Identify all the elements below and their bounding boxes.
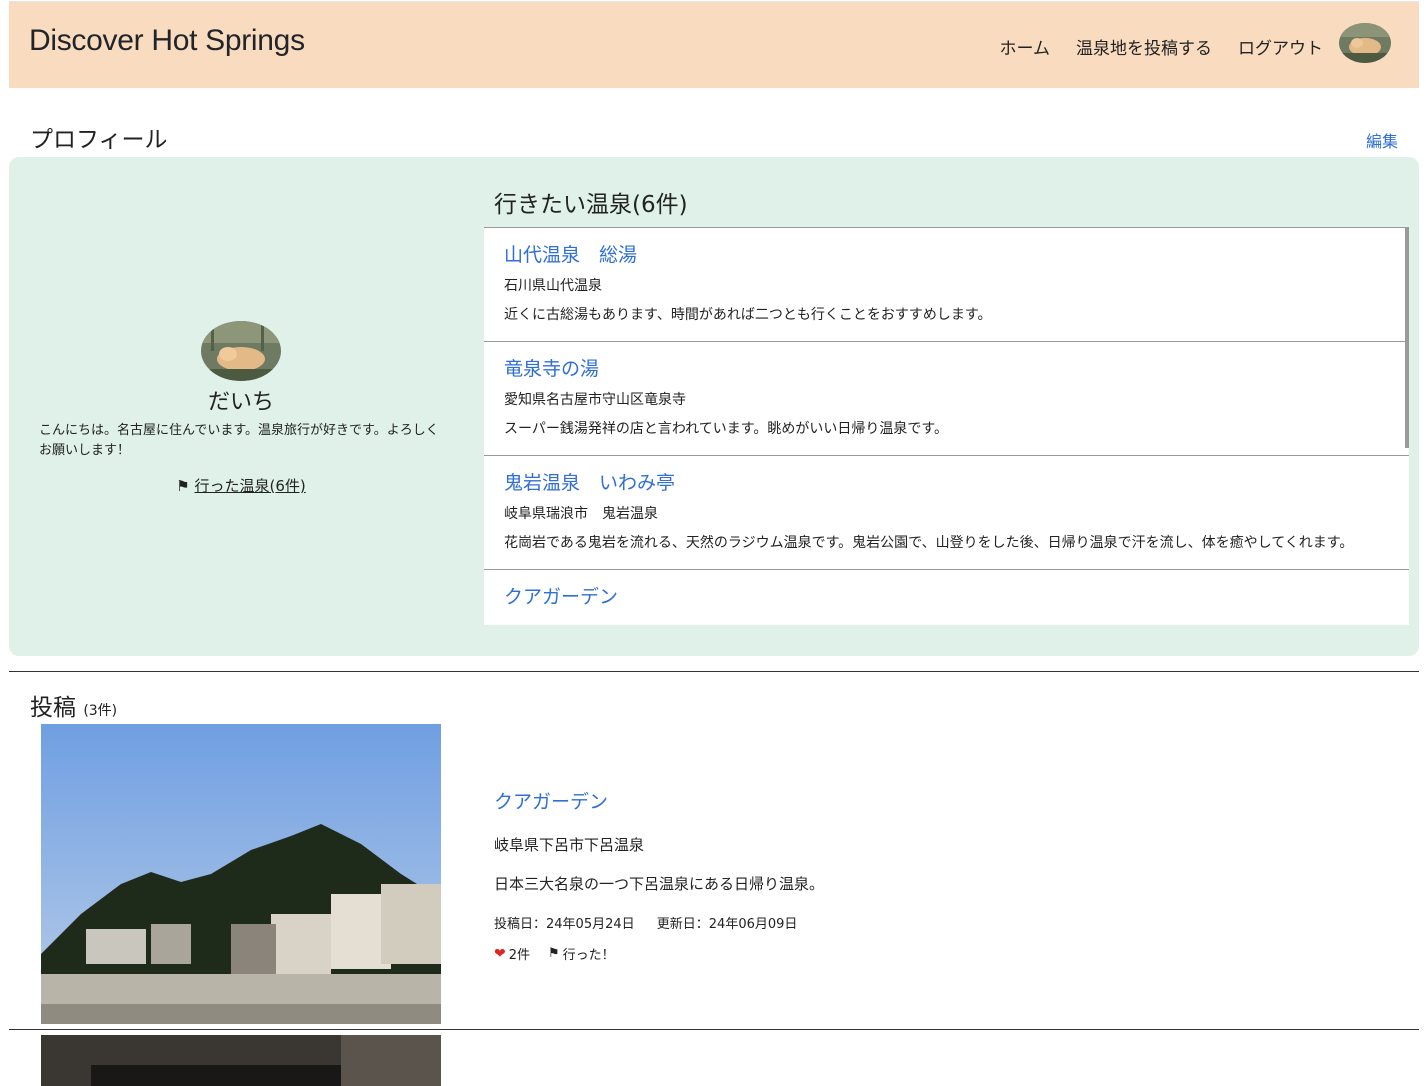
- spring-title-link[interactable]: クアガーデン: [504, 582, 1389, 609]
- spring-description: スーパー銭湯発祥の店と言われています。眺めがいい日帰り温泉です。: [504, 421, 948, 437]
- spring-description: 花崗岩である鬼岩を流れる、天然のラジウム温泉です。鬼岩公園で、山登りをした後、日…: [504, 535, 1354, 551]
- edit-profile-link[interactable]: 編集: [1366, 128, 1398, 152]
- list-item: 山代温泉 総湯 石川県山代温泉 近くに古総湯もあります、時間があれば二つとも行く…: [484, 228, 1409, 342]
- navbar: Discover Hot Springs ホーム 温泉地を投稿する ログアウト: [9, 1, 1419, 88]
- post-photo[interactable]: [41, 724, 441, 1024]
- user-bio: こんにちは。名古屋に住んでいます。温泉旅行が好きです。よろしくお願いします！: [39, 423, 439, 458]
- post-dates: 投稿日：24年05月24日 更新日：24年06月09日: [494, 913, 815, 932]
- section-divider: [9, 671, 1419, 672]
- spring-location: 岐阜県瑞浪市 鬼岩温泉: [504, 506, 658, 522]
- update-date: 更新日：24年06月09日: [656, 917, 798, 932]
- post-location: 岐阜県下呂市下呂温泉: [494, 836, 645, 854]
- nav-logout-link[interactable]: ログアウト: [1238, 34, 1323, 59]
- list-item: クアガーデン: [484, 570, 1409, 625]
- post-description: 日本三大名泉の一つ下呂温泉にある日帰り温泉。: [494, 875, 825, 893]
- nav-home-link[interactable]: ホーム: [1000, 34, 1051, 59]
- like-button[interactable]: ❤ 2件: [494, 944, 531, 964]
- spring-location: 愛知県名古屋市守山区竜泉寺: [504, 392, 686, 408]
- post-photo[interactable]: [41, 1035, 441, 1086]
- spring-description: 近くに古総湯もあります、時間があれば二つとも行くことをおすすめします。: [504, 307, 992, 323]
- brand-logo[interactable]: Discover Hot Springs: [29, 24, 305, 58]
- posts-heading: 投稿 (3件): [30, 688, 117, 722]
- spring-location: 石川県山代温泉: [504, 278, 602, 294]
- want-to-visit-list[interactable]: 山代温泉 総湯 石川県山代温泉 近くに古総湯もあります、時間があれば二つとも行く…: [484, 227, 1409, 625]
- flag-icon: ⚑: [548, 946, 560, 961]
- visited-springs-link[interactable]: ⚑ 行った温泉(6件): [9, 475, 473, 496]
- list-item: 鬼岩温泉 いわみ亭 岐阜県瑞浪市 鬼岩温泉 花崗岩である鬼岩を流れる、天然のラジ…: [484, 456, 1409, 570]
- user-avatar: [201, 321, 281, 381]
- spring-title-link[interactable]: 鬼岩温泉 いわみ亭: [504, 468, 1389, 495]
- flag-icon: ⚑: [176, 477, 190, 495]
- spring-title-link[interactable]: 山代温泉 総湯: [504, 240, 1389, 267]
- want-to-visit-heading: 行きたい温泉(6件): [494, 192, 688, 218]
- spring-title-link[interactable]: 竜泉寺の湯: [504, 354, 1389, 381]
- post-divider: [9, 1029, 1419, 1030]
- post-date: 投稿日：24年05月24日: [494, 917, 635, 932]
- list-item: 竜泉寺の湯 愛知県名古屋市守山区竜泉寺 スーパー銭湯発祥の店と言われています。眺…: [484, 342, 1409, 456]
- visited-button[interactable]: ⚑ 行った！: [548, 944, 615, 963]
- posts-heading-label: 投稿: [30, 695, 76, 721]
- heart-icon: ❤: [494, 945, 506, 962]
- visited-label: 行った！: [562, 948, 615, 963]
- post-meta: ❤ 2件 ⚑ 行った！: [494, 944, 615, 964]
- nav-avatar[interactable]: [1339, 23, 1391, 63]
- user-name: だいち: [207, 390, 274, 415]
- post-title-link[interactable]: クアガーデン: [494, 787, 608, 814]
- posts-count: (3件): [83, 703, 118, 719]
- profile-card: だいち こんにちは。名古屋に住んでいます。温泉旅行が好きです。よろしくお願いしま…: [9, 157, 1419, 656]
- visited-springs-label: 行った温泉(6件): [194, 477, 306, 495]
- list-scrollbar[interactable]: [1405, 228, 1409, 448]
- nav-links: ホーム 温泉地を投稿する ログアウト: [1000, 34, 1324, 59]
- nav-post-link[interactable]: 温泉地を投稿する: [1076, 34, 1212, 59]
- like-count: 2件: [508, 948, 531, 963]
- profile-heading: プロフィール: [30, 127, 168, 153]
